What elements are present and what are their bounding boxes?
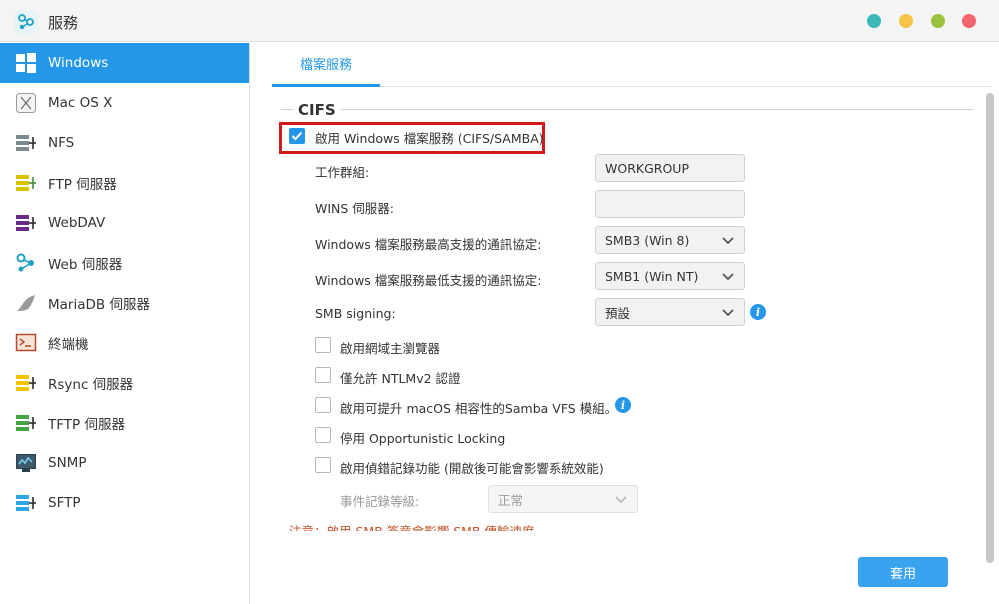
option-label: 停用 Opportunistic Locking bbox=[340, 431, 506, 446]
workgroup-field[interactable]: WORKGROUP bbox=[595, 154, 745, 182]
main-panel: 檔案服務 CIFS 啟用 Windows 檔案服務 (CIFS/SAMBA) 工… bbox=[251, 43, 999, 604]
sidebar-item-label: Windows bbox=[48, 55, 109, 71]
log-level-label: 事件記錄等級: bbox=[340, 494, 420, 509]
sidebar-item-label: SNMP bbox=[48, 455, 87, 471]
tab-file-service[interactable]: 檔案服務 bbox=[272, 43, 380, 87]
sidebar-item-web-server[interactable]: Web 伺服器 bbox=[0, 243, 249, 283]
tab-bar: 檔案服務 bbox=[272, 43, 992, 87]
terminal-icon bbox=[15, 333, 37, 352]
workgroup-label: 工作群組: bbox=[315, 165, 370, 180]
window-title: 服務 bbox=[48, 14, 79, 32]
sidebar-item-nfs[interactable]: NFS bbox=[0, 123, 249, 163]
option-checkbox-debug-log[interactable] bbox=[315, 457, 331, 473]
sidebar-item-mariadb[interactable]: MariaDB 伺服器 bbox=[0, 283, 249, 323]
apply-button[interactable]: 套用 bbox=[858, 557, 948, 587]
tftp-icon bbox=[16, 415, 36, 431]
sidebar-item-macos[interactable]: Mac OS X bbox=[0, 83, 249, 123]
option-label: 啟用偵錯記錄功能 (開啟後可能會影響系統效能) bbox=[340, 461, 604, 476]
sidebar: Windows Mac OS X NFS FTP 伺服器 WebDAV Web … bbox=[0, 43, 250, 604]
sidebar-item-snmp[interactable]: SNMP bbox=[0, 443, 249, 483]
smb-signing-label: SMB signing: bbox=[315, 306, 396, 321]
sidebar-item-label: 終端機 bbox=[48, 337, 89, 353]
sidebar-item-tftp[interactable]: TFTP 伺服器 bbox=[0, 403, 249, 443]
option-checkbox-samba-vfs[interactable] bbox=[315, 397, 331, 413]
section-divider bbox=[341, 109, 973, 110]
smb-signing-select[interactable]: 預設 bbox=[595, 298, 745, 326]
section-title: CIFS bbox=[298, 101, 336, 119]
smb-signing-value: 預設 bbox=[605, 305, 631, 321]
option-label: 啟用可提升 macOS 相容性的Samba VFS 模組。 bbox=[340, 401, 618, 416]
sidebar-item-rsync[interactable]: Rsync 伺服器 bbox=[0, 363, 249, 403]
rsync-icon bbox=[16, 375, 36, 391]
web-server-icon bbox=[16, 253, 34, 272]
sidebar-item-label: Rsync 伺服器 bbox=[48, 377, 134, 393]
macos-icon bbox=[16, 93, 36, 113]
services-app-icon bbox=[14, 10, 38, 34]
ftp-icon bbox=[16, 175, 36, 191]
sidebar-item-label: TFTP 伺服器 bbox=[48, 417, 125, 433]
minimize-button[interactable] bbox=[899, 14, 913, 28]
sidebar-item-sftp[interactable]: SFTP bbox=[0, 483, 249, 523]
nfs-icon bbox=[16, 135, 36, 151]
max-protocol-value: SMB3 (Win 8) bbox=[605, 232, 690, 248]
sidebar-item-label: MariaDB 伺服器 bbox=[48, 297, 150, 313]
scrollbar[interactable] bbox=[986, 93, 994, 563]
enable-cifs-label: 啟用 Windows 檔案服務 (CIFS/SAMBA) bbox=[315, 131, 544, 146]
smb-signing-info-icon[interactable]: i bbox=[750, 304, 766, 320]
wins-field[interactable] bbox=[595, 190, 745, 218]
sidebar-item-webdav[interactable]: WebDAV bbox=[0, 203, 249, 243]
chevron-down-icon bbox=[722, 237, 734, 245]
maximize-button[interactable] bbox=[931, 14, 945, 28]
sidebar-item-label: Web 伺服器 bbox=[48, 257, 123, 273]
chevron-down-icon bbox=[722, 309, 734, 317]
sidebar-item-label: Mac OS X bbox=[48, 95, 113, 111]
sidebar-item-ftp[interactable]: FTP 伺服器 bbox=[0, 163, 249, 203]
sidebar-item-label: SFTP bbox=[48, 495, 81, 511]
sftp-icon bbox=[16, 495, 36, 511]
option-checkbox-oplocks[interactable] bbox=[315, 427, 331, 443]
snmp-icon bbox=[16, 454, 36, 472]
mariadb-icon bbox=[17, 295, 35, 311]
sidebar-item-label: WebDAV bbox=[48, 215, 106, 231]
max-protocol-select[interactable]: SMB3 (Win 8) bbox=[595, 226, 745, 254]
samba-vfs-info-icon[interactable]: i bbox=[615, 397, 631, 413]
sidebar-item-label: FTP 伺服器 bbox=[48, 177, 117, 193]
min-protocol-select[interactable]: SMB1 (Win NT) bbox=[595, 262, 745, 290]
windows-icon bbox=[16, 53, 36, 73]
chevron-down-icon bbox=[615, 496, 627, 504]
smb-signing-note: 注意：啟用 SMB 簽章會影響 SMB 傳輸速度。 bbox=[289, 521, 547, 531]
log-level-select: 正常 bbox=[488, 485, 638, 513]
checkmark-icon bbox=[291, 131, 303, 141]
chevron-down-icon bbox=[722, 273, 734, 281]
min-protocol-value: SMB1 (Win NT) bbox=[605, 268, 699, 284]
window-teal-button[interactable] bbox=[867, 14, 881, 28]
sidebar-item-label: NFS bbox=[48, 135, 75, 151]
max-protocol-label: Windows 檔案服務最高支援的通訊協定: bbox=[315, 237, 542, 252]
option-checkbox-domain-master[interactable] bbox=[315, 337, 331, 353]
enable-cifs-checkbox[interactable] bbox=[289, 128, 305, 144]
sidebar-item-windows[interactable]: Windows bbox=[0, 43, 249, 83]
log-level-value: 正常 bbox=[498, 492, 524, 508]
option-label: 僅允許 NTLMv2 認證 bbox=[340, 371, 461, 386]
min-protocol-label: Windows 檔案服務最低支援的通訊協定: bbox=[315, 273, 542, 288]
sidebar-item-terminal[interactable]: 終端機 bbox=[0, 323, 249, 363]
wins-label: WINS 伺服器: bbox=[315, 201, 395, 216]
option-label: 啟用網域主瀏覽器 bbox=[340, 341, 441, 356]
close-button[interactable] bbox=[962, 14, 976, 28]
webdav-icon bbox=[16, 215, 36, 231]
title-bar: 服務 bbox=[0, 0, 999, 42]
option-checkbox-ntlmv2[interactable] bbox=[315, 367, 331, 383]
section-divider bbox=[281, 109, 293, 110]
